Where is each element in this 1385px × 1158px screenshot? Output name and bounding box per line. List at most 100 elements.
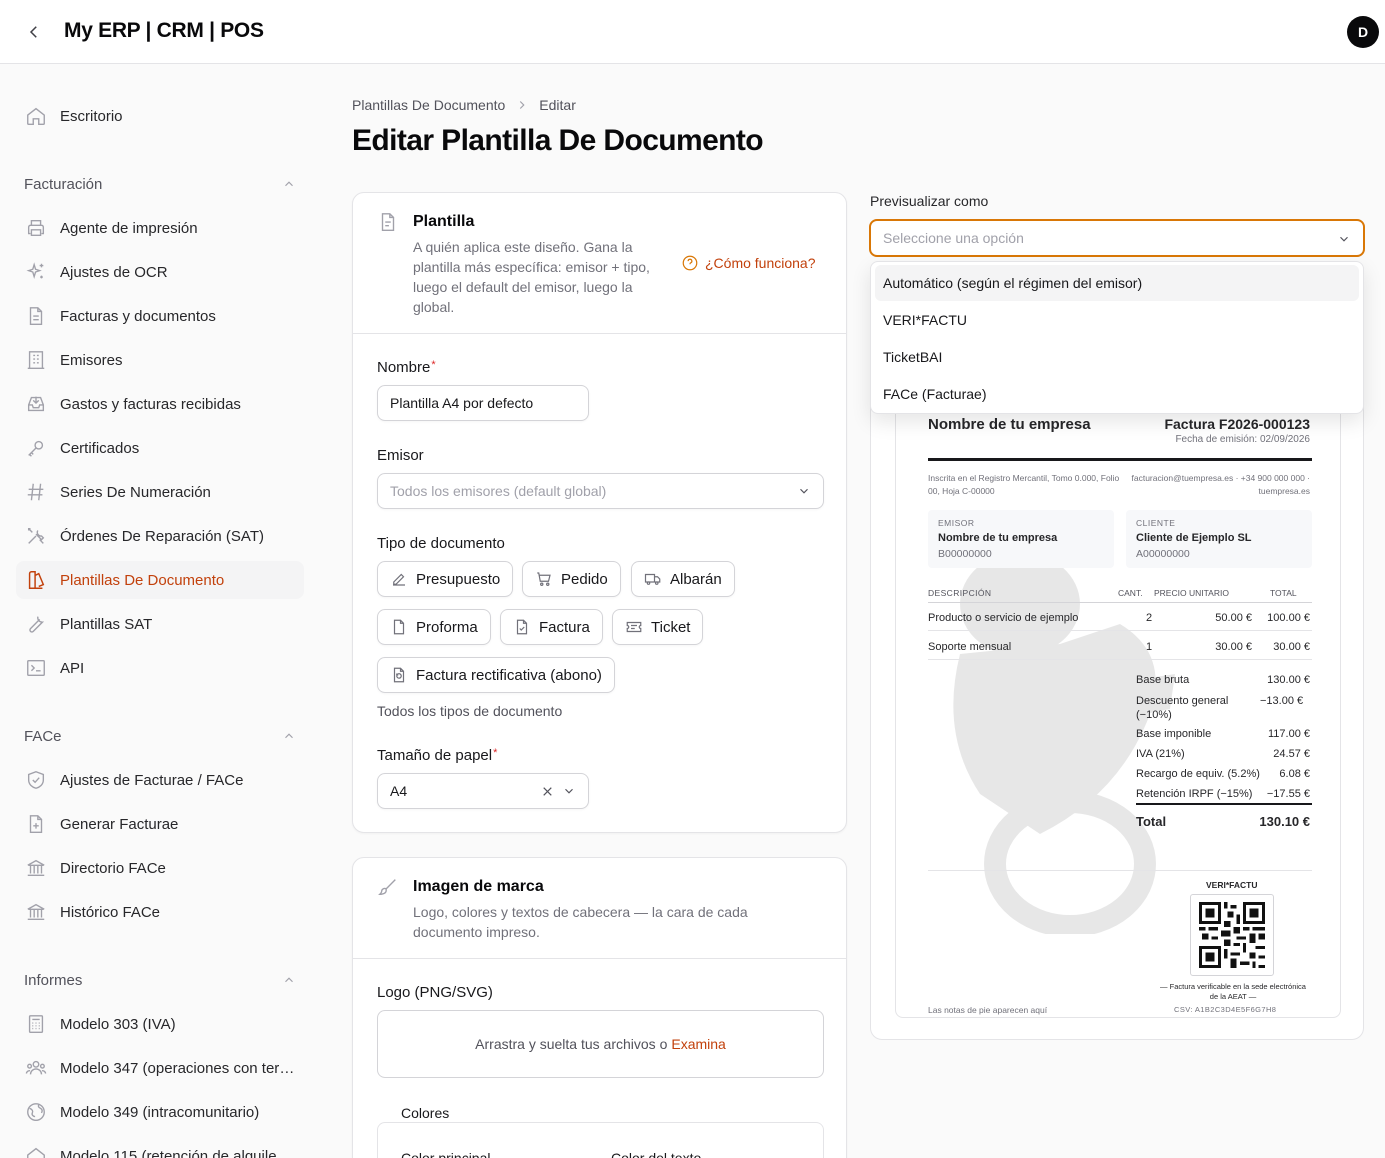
csv-code: CSV: A1B2C3D4E5F6G7H8: [1174, 1005, 1277, 1014]
imagen-marca-card: Imagen de marca Logo, colores y textos d…: [352, 857, 847, 1158]
sidebar-item-label: Histórico FACe: [60, 903, 161, 921]
emisor-box-nif: B00000000: [938, 548, 992, 560]
sidebar-item-plantillas-documento[interactable]: Plantillas De Documento: [16, 561, 304, 599]
question-circle-icon: [682, 255, 698, 271]
cliente-box: CLIENTE Cliente de Ejemplo SL A00000000: [1126, 510, 1312, 568]
card-description: A quién aplica este diseño. Gana la plan…: [413, 239, 650, 315]
hash-icon: [24, 480, 48, 504]
tipo-rectificativa-chip[interactable]: Factura rectificativa (abono): [377, 657, 615, 693]
sidebar-item-escritorio[interactable]: Escritorio: [16, 97, 304, 135]
sidebar-item-modelo-349[interactable]: Modelo 349 (intracomunitario): [16, 1093, 304, 1131]
inbox-icon: [24, 392, 48, 416]
chevron-down-icon: [565, 788, 573, 794]
help-link[interactable]: ¿Cómo funciona?: [681, 254, 816, 272]
sidebar-item-label: Modelo 115 (retención de alquileres): [60, 1147, 296, 1158]
group-face[interactable]: FACe: [24, 725, 296, 747]
emisor-select[interactable]: Todos los emisores (default global): [377, 473, 824, 509]
sidebar-item-modelo-347[interactable]: Modelo 347 (operaciones con terceros): [16, 1049, 304, 1087]
pencil-square-icon: [390, 570, 408, 588]
chevron-down-icon: [1340, 236, 1348, 242]
help-link-label: ¿Cómo funciona?: [705, 255, 816, 271]
truck-icon: [644, 570, 662, 588]
sidebar-item-plantillas-sat[interactable]: Plantillas SAT: [16, 605, 304, 643]
back-button[interactable]: [22, 20, 46, 44]
color-texto-label: Color del texto: [611, 1150, 702, 1158]
option-ticketbai[interactable]: TicketBAI: [875, 339, 1359, 375]
row-rule: [928, 630, 1312, 631]
sidebar-item-ordenes-reparacion[interactable]: Órdenes De Reparación (SAT): [16, 517, 304, 555]
document-refresh-icon: [390, 666, 408, 684]
browse-link[interactable]: Examina: [671, 1036, 725, 1052]
document-plus-icon: [24, 812, 48, 836]
tipo-documento-label: Tipo de documento: [377, 535, 505, 552]
line-qty: 1: [1146, 641, 1153, 653]
group-label: Informes: [24, 971, 83, 989]
card-title: Plantilla: [413, 213, 475, 230]
emisor-box: EMISOR Nombre de tu empresa B00000000: [928, 510, 1114, 568]
sidebar-item-api[interactable]: API: [16, 649, 304, 687]
sidebar-item-ajustes-ocr[interactable]: Ajustes de OCR: [16, 253, 304, 291]
invoice-number: Factura F2026-000123: [1164, 416, 1310, 432]
sidebar-item-label: Ajustes de OCR: [60, 263, 168, 281]
building-icon: [24, 348, 48, 372]
group-informes[interactable]: Informes: [24, 969, 296, 991]
terminal-icon: [24, 656, 48, 680]
chevron-down-icon: [800, 488, 808, 494]
calculator-icon: [24, 1012, 48, 1036]
tipo-ticket-chip[interactable]: Ticket: [612, 609, 704, 645]
tipo-proforma-chip[interactable]: Proforma: [377, 609, 491, 645]
sidebar-item-series[interactable]: Series De Numeración: [16, 473, 304, 511]
sidebar-item-ajustes-facturae[interactable]: Ajustes de Facturae / FACe: [16, 761, 304, 799]
preview-placeholder: Seleccione una opción: [883, 230, 1024, 246]
colores-legend: Colores: [393, 1105, 458, 1121]
sidebar-item-directorio-face[interactable]: Directorio FACe: [16, 849, 304, 887]
bank-icon: [24, 856, 48, 880]
option-automatico[interactable]: Automático (según el régimen del emisor): [875, 265, 1359, 301]
tipo-factura-chip[interactable]: Factura: [500, 609, 603, 645]
emisor-box-label: EMISOR: [938, 518, 975, 528]
sidebar-item-facturas[interactable]: Facturas y documentos: [16, 297, 304, 335]
total-rule: [1136, 803, 1312, 805]
logo-dropzone[interactable]: Arrastra y suelta tus archivos o Examina: [377, 1010, 824, 1078]
ticket-icon: [625, 618, 643, 636]
chip-label: Factura rectificativa (abono): [416, 666, 602, 684]
line-price: 30.00 €: [1215, 641, 1252, 653]
sidebar-item-gastos[interactable]: Gastos y facturas recibidas: [16, 385, 304, 423]
sidebar-item-modelo-303[interactable]: Modelo 303 (IVA): [16, 1005, 304, 1043]
total-label: Recargo de equiv. (5.2%): [1136, 768, 1260, 780]
col-cantidad: CANT.: [1118, 588, 1143, 598]
total-label: IVA (21%): [1136, 748, 1185, 760]
app-title[interactable]: My ERP | CRM | POS: [64, 19, 264, 43]
sidebar-item-label: Modelo 347 (operaciones con terceros): [60, 1059, 296, 1077]
tipo-presupuesto-chip[interactable]: Presupuesto: [377, 561, 514, 597]
footer-rule: [928, 870, 1312, 871]
close-icon[interactable]: [541, 785, 554, 798]
sidebar-item-label: Directorio FACe: [60, 859, 166, 877]
nombre-label: Nombre*: [377, 359, 436, 376]
tipo-hint: Todos los tipos de documento: [377, 703, 563, 719]
preview-select[interactable]: Seleccione una opción: [869, 219, 1365, 257]
tools-icon: [24, 524, 48, 548]
nombre-input[interactable]: Plantilla A4 por defecto: [377, 385, 589, 421]
papel-select[interactable]: A4: [377, 773, 589, 809]
tipo-pedido-chip[interactable]: Pedido: [522, 561, 621, 597]
sidebar-item-historico-face[interactable]: Histórico FACe: [16, 893, 304, 931]
option-verifactu[interactable]: VERI*FACTU: [875, 302, 1359, 338]
user-avatar[interactable]: D: [1347, 16, 1379, 48]
logo-label: Logo (PNG/SVG): [377, 984, 493, 1001]
sidebar-item-agente-impresion[interactable]: Agente de impresión: [16, 209, 304, 247]
sidebar-item-certificados[interactable]: Certificados: [16, 429, 304, 467]
sidebar-item-generar-facturae[interactable]: Generar Facturae: [16, 805, 304, 843]
sidebar-item-modelo-115[interactable]: Modelo 115 (retención de alquileres): [16, 1137, 304, 1158]
tipo-albaran-chip[interactable]: Albarán: [631, 561, 735, 597]
qr-code: [1190, 894, 1274, 976]
page-title: Editar Plantilla De Documento: [352, 124, 764, 157]
wrench-icon: [24, 612, 48, 636]
option-face[interactable]: FACe (Facturae): [875, 376, 1359, 412]
group-facturacion[interactable]: Facturación: [24, 173, 296, 195]
line-price: 50.00 €: [1215, 612, 1252, 624]
sidebar-item-emisores[interactable]: Emisores: [16, 341, 304, 379]
invoice-preview: Nombre de tu empresa Factura F2026-00012…: [895, 393, 1341, 1018]
breadcrumb-parent-link[interactable]: Plantillas De Documento: [352, 97, 505, 113]
globe-icon: [24, 1100, 48, 1124]
